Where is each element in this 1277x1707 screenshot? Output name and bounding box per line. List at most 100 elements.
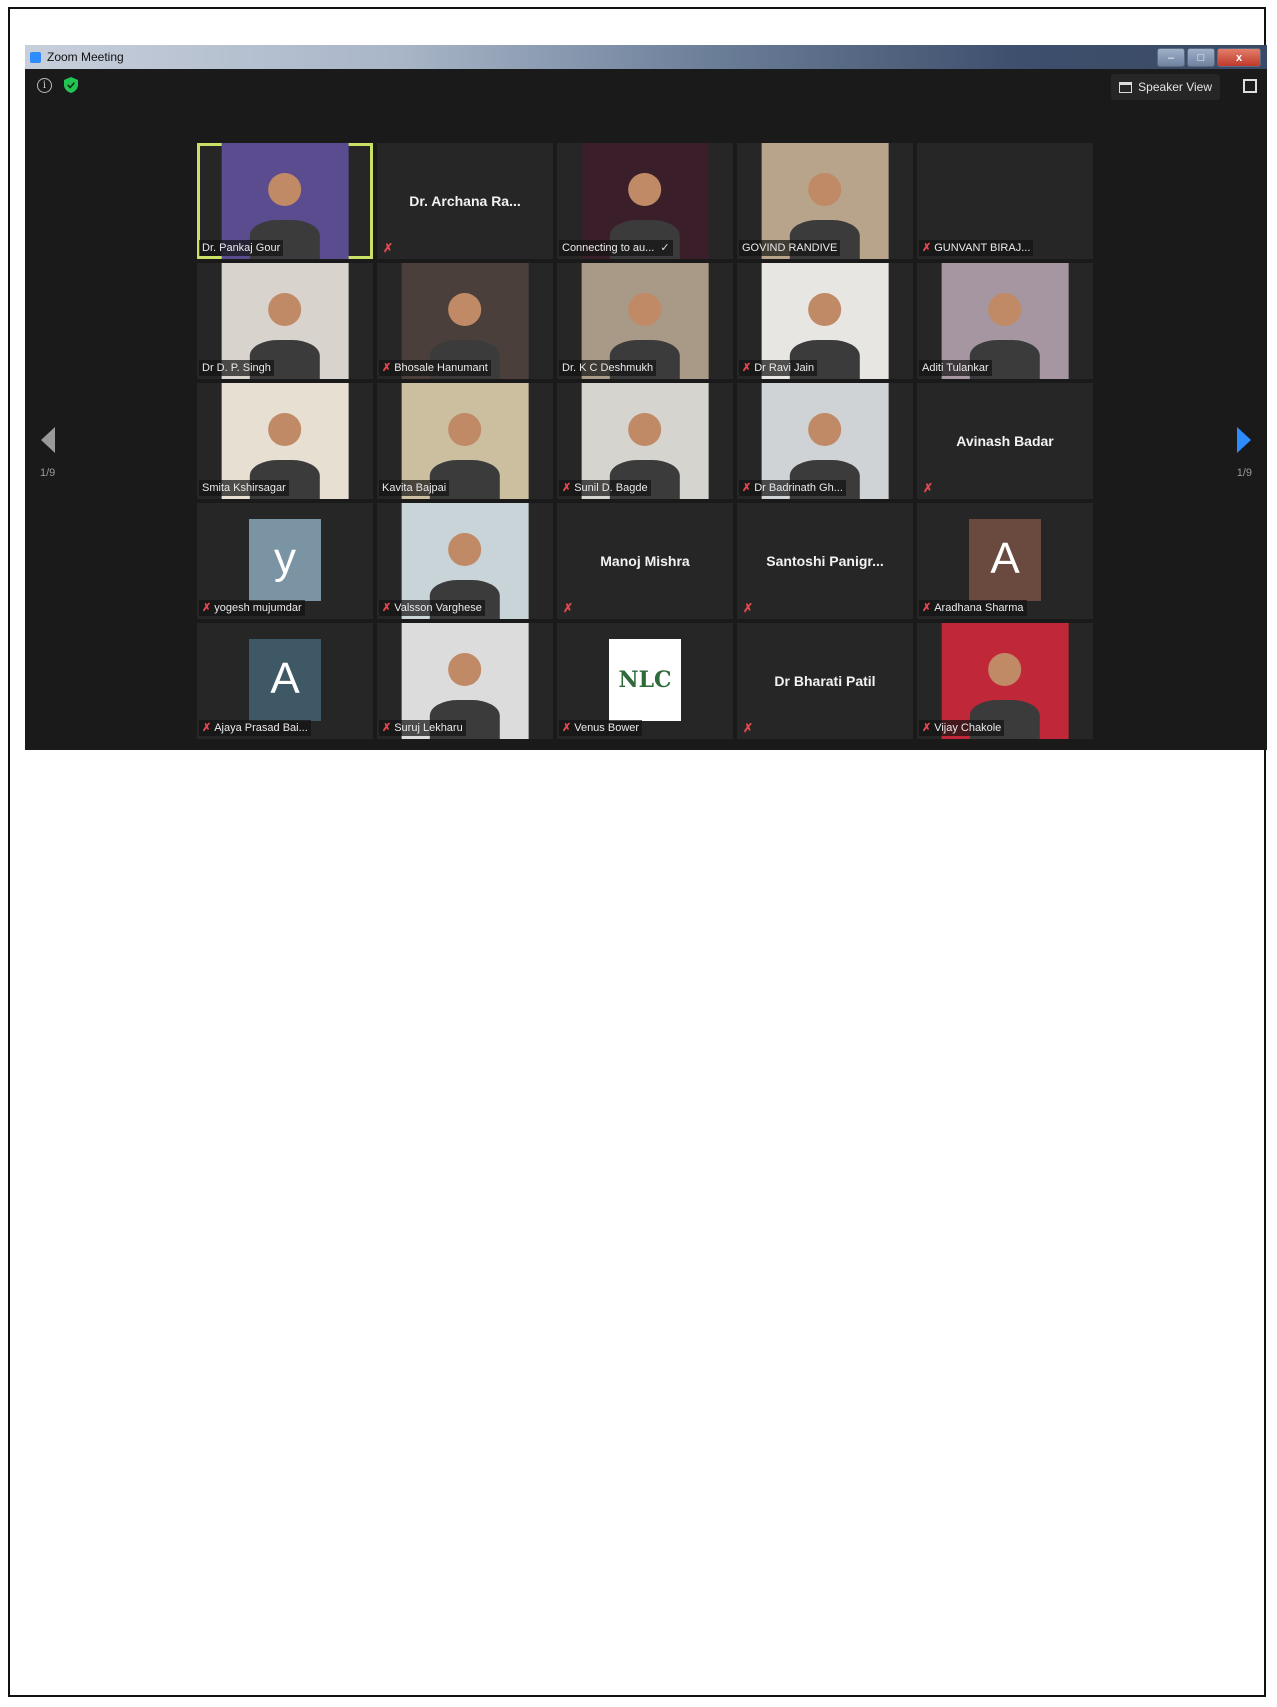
participant-tile[interactable]: Dr D. P. Singh — [197, 263, 373, 379]
participant-name: Dr. K C Deshmukh — [562, 362, 654, 374]
participant-name: Dr Badrinath Gh... — [754, 482, 843, 494]
avatar-placeholder: A — [969, 519, 1041, 601]
participant-name-label: ✗ GUNVANT BIRAJ... — [919, 240, 1034, 256]
minimize-button[interactable]: – — [1157, 48, 1185, 67]
avatar-placeholder: y — [249, 519, 321, 601]
participant-name-label: Smita Kshirsagar — [199, 480, 289, 496]
participant-name-label: ✗ Sunil D. Bagde — [559, 480, 651, 496]
window-title: Zoom Meeting — [47, 50, 124, 64]
muted-mic-icon: ✗ — [563, 601, 574, 615]
speaker-view-button[interactable]: Speaker View — [1111, 74, 1220, 100]
previous-page-arrow-icon[interactable] — [41, 427, 55, 453]
participant-center-name: Dr Bharati Patil — [774, 673, 876, 689]
participant-tile[interactable]: Manoj Mishra ✗ — [557, 503, 733, 619]
muted-mic-icon: ✗ — [383, 241, 394, 255]
participant-center-name: Dr. Archana Ra... — [409, 193, 521, 209]
participant-tile[interactable]: ✗ GUNVANT BIRAJ... — [917, 143, 1093, 259]
participant-name: Sunil D. Bagde — [574, 482, 648, 494]
next-page-arrow-icon[interactable] — [1237, 427, 1251, 453]
participant-name: yogesh mujumdar — [214, 602, 302, 614]
participant-tile[interactable]: Dr. K C Deshmukh — [557, 263, 733, 379]
participant-gallery-grid: Dr. Pankaj Gour Dr. Archana Ra... ✗ Connect… — [197, 143, 1095, 739]
maximize-button[interactable]: □ — [1187, 48, 1215, 67]
participant-name-label: ✗ Valsson Varghese — [379, 600, 485, 616]
participant-video: NLC — [609, 639, 681, 721]
participant-name: Bhosale Hanumant — [394, 362, 488, 374]
participant-name: Valsson Varghese — [394, 602, 482, 614]
participant-tile[interactable]: Connecting to au... ✓ — [557, 143, 733, 259]
organization-logo: NLC — [618, 667, 672, 693]
participant-center-name: Santoshi Panigr... — [766, 553, 884, 569]
muted-mic-icon: ✗ — [382, 602, 392, 614]
encryption-shield-icon[interactable] — [64, 77, 78, 93]
participant-name-label: ✗ Bhosale Hanumant — [379, 360, 491, 376]
zoom-app-icon — [30, 51, 41, 63]
page-indicator-right: 1/9 — [1236, 467, 1252, 479]
speaker-view-icon — [1119, 81, 1133, 93]
participant-name-label: ✗ Dr Ravi Jain — [739, 360, 818, 376]
muted-mic-icon: ✗ — [743, 721, 754, 735]
participant-name: Smita Kshirsagar — [202, 482, 286, 494]
participant-tile[interactable]: ✗ Bhosale Hanumant — [377, 263, 553, 379]
participant-tile[interactable]: ✗ Dr Badrinath Gh... — [737, 383, 913, 499]
muted-mic-icon: ✗ — [923, 481, 934, 495]
muted-mic-icon: ✗ — [922, 722, 932, 734]
participant-tile[interactable]: Aditi Tulankar — [917, 263, 1093, 379]
close-button[interactable]: x — [1217, 48, 1261, 67]
participant-tile[interactable]: Dr. Archana Ra... ✗ — [377, 143, 553, 259]
title-bar[interactable]: Zoom Meeting – □ x — [25, 45, 1267, 69]
participant-name: Vijay Chakole — [934, 722, 1002, 734]
participant-name: GOVIND RANDIVE — [742, 242, 838, 254]
participant-tile[interactable]: ✗ Dr Ravi Jain — [737, 263, 913, 379]
window-controls: – □ x — [1157, 48, 1261, 67]
participant-tile[interactable]: Santoshi Panigr... ✗ — [737, 503, 913, 619]
participant-tile[interactable]: Dr. Pankaj Gour — [197, 143, 373, 259]
participant-tile[interactable]: Kavita Bajpai — [377, 383, 553, 499]
participant-tile[interactable]: Smita Kshirsagar — [197, 383, 373, 499]
participant-name: Aditi Tulankar — [922, 362, 989, 374]
participant-name: Dr D. P. Singh — [202, 362, 271, 374]
fullscreen-icon[interactable] — [1243, 79, 1257, 93]
avatar-initial: y — [274, 534, 296, 583]
participant-name: Kavita Bajpai — [382, 482, 447, 494]
participant-tile[interactable]: Dr Bharati Patil ✗ — [737, 623, 913, 739]
participant-name-label: GOVIND RANDIVE — [739, 240, 841, 256]
participant-name-label: ✗ Ajaya Prasad Bai... — [199, 720, 311, 736]
participant-name-label: ✗ Suruj Lekharu — [379, 720, 466, 736]
participant-name-label: ✗ Dr Badrinath Gh... — [739, 480, 846, 496]
muted-mic-icon: ✗ — [742, 482, 752, 494]
participant-name-label: Aditi Tulankar — [919, 360, 992, 376]
speaker-view-label: Speaker View — [1138, 80, 1212, 94]
participant-name-label: ✗ Venus Bower — [559, 720, 643, 736]
participant-name-label: ✗ Aradhana Sharma — [919, 600, 1027, 616]
muted-mic-icon: ✗ — [202, 722, 212, 734]
avatar-placeholder: A — [249, 639, 321, 721]
participant-name: Dr. Pankaj Gour — [202, 242, 281, 254]
participant-name: Connecting to au... — [562, 242, 655, 254]
muted-mic-icon: ✗ — [562, 722, 572, 734]
muted-mic-icon: ✗ — [382, 362, 392, 374]
muted-mic-icon: ✗ — [382, 722, 392, 734]
participant-name: GUNVANT BIRAJ... — [934, 242, 1031, 254]
participant-tile[interactable]: ✗ Suruj Lekharu — [377, 623, 553, 739]
participant-tile[interactable]: A ✗ Ajaya Prasad Bai... — [197, 623, 373, 739]
participant-tile[interactable]: A ✗ Aradhana Sharma — [917, 503, 1093, 619]
muted-mic-icon: ✗ — [922, 242, 932, 254]
check-icon: ✓ — [660, 242, 670, 254]
participant-tile[interactable]: ✗ Valsson Varghese — [377, 503, 553, 619]
participant-name-label: ✗ Vijay Chakole — [919, 720, 1005, 736]
avatar-initial: A — [990, 534, 1020, 583]
participant-tile[interactable]: GOVIND RANDIVE — [737, 143, 913, 259]
participant-center-name: Avinash Badar — [956, 433, 1054, 449]
participant-tile[interactable]: ✗ Sunil D. Bagde — [557, 383, 733, 499]
participant-name-label: Connecting to au... ✓ — [559, 240, 673, 256]
participant-tile[interactable]: y ✗ yogesh mujumdar — [197, 503, 373, 619]
participant-tile[interactable]: ✗ Vijay Chakole — [917, 623, 1093, 739]
info-icon[interactable]: i — [37, 78, 52, 93]
participant-name: Aradhana Sharma — [934, 602, 1024, 614]
participant-tile[interactable]: NLC ✗ Venus Bower — [557, 623, 733, 739]
participant-name-label: Dr. Pankaj Gour — [199, 240, 284, 256]
participant-name: Dr Ravi Jain — [754, 362, 815, 374]
muted-mic-icon: ✗ — [743, 601, 754, 615]
participant-tile[interactable]: Avinash Badar ✗ — [917, 383, 1093, 499]
